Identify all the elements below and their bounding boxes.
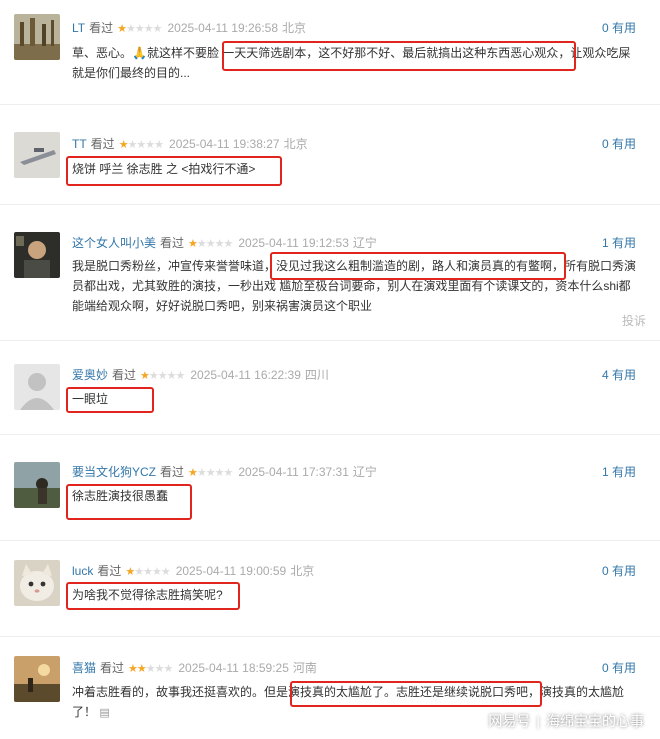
- comment-meta: 喜猫 看过 ★★★★★ 2025-04-11 18:59:25 河南 0 有用: [72, 659, 648, 677]
- username[interactable]: 要当文化狗YCZ: [72, 465, 156, 479]
- watch-status: 看过: [160, 465, 185, 479]
- highlight-box: [66, 387, 154, 413]
- divider: [0, 636, 660, 637]
- comment-location: 辽宁: [352, 236, 377, 250]
- useful-vote[interactable]: 0 有用: [602, 19, 636, 37]
- username[interactable]: luck: [72, 564, 93, 578]
- username[interactable]: 喜猫: [72, 661, 96, 675]
- useful-vote[interactable]: 0 有用: [602, 562, 636, 580]
- comment-meta: 要当文化狗YCZ 看过 ★★★★★ 2025-04-11 17:37:31 辽宁 1 有…: [72, 463, 648, 481]
- rating-stars: ★★★★★: [125, 566, 170, 578]
- watermark-author: 海绵宝宝的心事: [546, 713, 644, 729]
- username[interactable]: 爱奥妙: [72, 368, 108, 382]
- watch-status: 看过: [160, 236, 185, 250]
- comment-time: 2025-04-11 19:26:58: [167, 21, 279, 35]
- comment-time: 2025-04-11 19:00:59: [175, 564, 287, 578]
- avatar[interactable]: [14, 560, 60, 606]
- useful-vote[interactable]: 1 有用: [602, 234, 636, 252]
- highlight-box: [66, 582, 240, 610]
- username[interactable]: TT: [72, 137, 87, 151]
- divider: [0, 104, 660, 105]
- comment-meta: 这个女人叫小美 看过 ★★★★★ 2025-04-11 19:12:53 辽宁 1 有用: [72, 234, 648, 252]
- watch-status: 看过: [97, 564, 122, 578]
- comment-location: 北京: [282, 21, 307, 35]
- highlight-box: [66, 484, 192, 520]
- comment-location: 北京: [290, 564, 315, 578]
- useful-vote[interactable]: 0 有用: [602, 659, 636, 677]
- watch-status: 看过: [89, 21, 114, 35]
- comment-meta: 爱奥妙 看过 ★★★★★ 2025-04-11 16:22:39 四川 4 有用: [72, 366, 648, 384]
- useful-vote[interactable]: 1 有用: [602, 463, 636, 481]
- comment-location: 四川: [304, 368, 329, 382]
- rating-stars: ★★★★★: [128, 663, 173, 675]
- highlight-box: [222, 41, 576, 71]
- comment-time: 2025-04-11 19:12:53: [238, 236, 349, 250]
- rating-stars: ★★★★★: [118, 139, 164, 151]
- comment-time: 2025-04-11 17:37:31: [238, 465, 349, 479]
- watch-status: 看过: [112, 368, 137, 382]
- avatar[interactable]: [14, 364, 60, 410]
- divider: [0, 540, 660, 541]
- username[interactable]: 这个女人叫小美: [72, 236, 156, 250]
- rating-stars: ★★★★★: [140, 370, 185, 382]
- comment-location: 辽宁: [352, 465, 377, 479]
- comment-meta: LT 看过 ★★★★★ 2025-04-11 19:26:58 北京 0 有用: [72, 19, 648, 37]
- highlight-box: [66, 156, 282, 186]
- avatar[interactable]: [14, 462, 60, 508]
- divider: [0, 204, 660, 205]
- comment-location: 河南: [292, 661, 317, 675]
- divider: [0, 434, 660, 435]
- watermark: 网易号 | 海绵宝宝的心事: [488, 713, 644, 729]
- highlight-box: [270, 252, 566, 280]
- comment-meta: luck 看过 ★★★★★ 2025-04-11 19:00:59 北京 0 有用: [72, 562, 648, 580]
- useful-vote[interactable]: 4 有用: [602, 366, 636, 384]
- comment-location: 北京: [283, 137, 308, 151]
- rating-stars: ★★★★★: [188, 238, 233, 250]
- divider: [0, 340, 660, 341]
- comment-time: 2025-04-11 19:38:27: [169, 137, 280, 151]
- rating-stars: ★★★★★: [188, 467, 233, 479]
- highlight-box: [290, 681, 542, 707]
- watermark-source: 网易号: [488, 713, 531, 729]
- rating-stars: ★★★★★: [117, 23, 162, 35]
- report-link[interactable]: 投诉: [622, 312, 646, 329]
- comment-text: 一眼垃: [72, 392, 109, 406]
- avatar[interactable]: [14, 656, 60, 702]
- username[interactable]: LT: [72, 21, 85, 35]
- comment-time: 2025-04-11 16:22:39: [190, 368, 301, 382]
- expand-icon[interactable]: ▤: [99, 707, 109, 719]
- avatar[interactable]: [14, 14, 60, 60]
- comment-time: 2025-04-11 18:59:25: [178, 661, 289, 675]
- watch-status: 看过: [90, 137, 115, 151]
- useful-vote[interactable]: 0 有用: [602, 135, 636, 153]
- avatar[interactable]: [14, 132, 60, 178]
- watch-status: 看过: [100, 661, 125, 675]
- avatar[interactable]: [14, 232, 60, 278]
- comment-meta: TT 看过 ★★★★★ 2025-04-11 19:38:27 北京 0 有用: [72, 135, 648, 153]
